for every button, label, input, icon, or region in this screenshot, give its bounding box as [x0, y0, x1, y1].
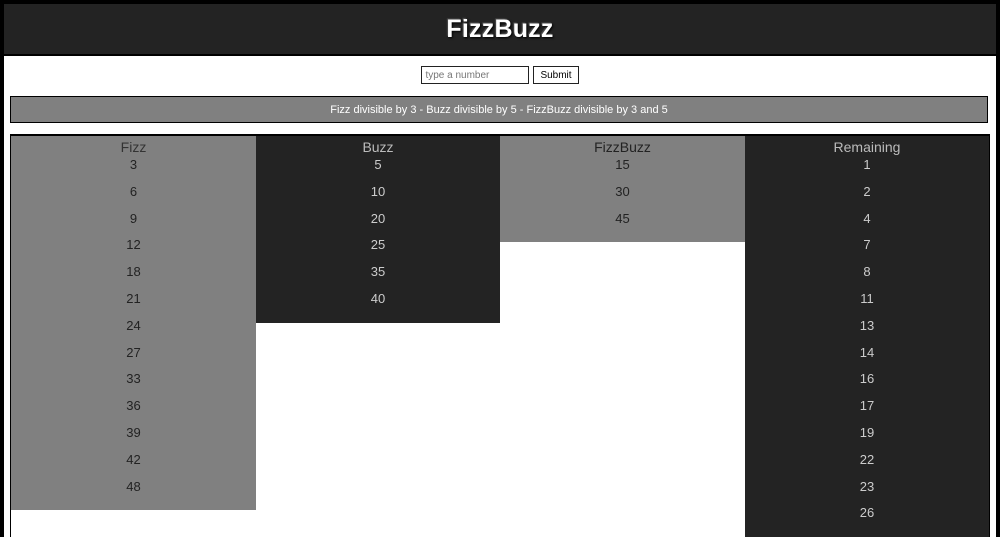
fizz-list: 3 6 9 12 18 21 24 27 33 36 39 42 48: [11, 156, 256, 510]
list-item: 15: [615, 157, 630, 172]
list-item: 17: [859, 398, 875, 414]
list-item: 10: [370, 183, 386, 199]
list-item: 20: [370, 210, 386, 226]
number-input[interactable]: [421, 66, 530, 84]
list-item: 13: [859, 317, 875, 333]
list-item: 23: [859, 478, 875, 494]
remaining-column: Remaining 1 2 4 7 8 11 13 14 16 17 19 22 23 26: [745, 136, 989, 537]
list-item: 22: [859, 451, 875, 467]
page-header: FizzBuzz: [4, 4, 996, 56]
list-item: 39: [126, 424, 141, 440]
results-columns: Fizz 3 6 9 12 18 21 24 27 33 36 39 42 48 Buzz 5 10 20 2…: [10, 134, 990, 537]
list-item: 11: [860, 290, 874, 306]
list-item: 48: [126, 478, 141, 494]
remaining-list: 1 2 4 7 8 11 13 14 16 17 19 22 23 26: [745, 156, 989, 537]
list-item: 6: [129, 183, 138, 199]
list-item: 24: [126, 317, 141, 333]
list-item: 4: [863, 210, 871, 226]
list-item: 8: [863, 264, 871, 280]
list-item: 19: [859, 424, 875, 440]
remaining-column-title: Remaining: [833, 139, 901, 155]
list-item: 42: [126, 451, 141, 467]
list-item: 30: [615, 183, 630, 199]
list-item: 1: [863, 157, 871, 172]
list-item: 3: [129, 157, 138, 172]
rules-banner: Fizz divisible by 3 - Buzz divisible by …: [10, 96, 988, 123]
fizzbuzz-column-title: FizzBuzz: [594, 139, 651, 155]
list-item: 33: [126, 371, 141, 387]
fizz-column: Fizz 3 6 9 12 18 21 24 27 33 36 39 42 48: [11, 136, 256, 511]
buzz-list: 5 10 20 25 35 40: [256, 156, 500, 323]
list-item: 27: [126, 344, 141, 360]
list-item: 40: [370, 290, 386, 306]
fizzbuzz-column: FizzBuzz 15 30 45: [500, 136, 745, 243]
fizzbuzz-list: 15 30 45: [500, 156, 745, 242]
list-item: 36: [126, 398, 141, 414]
submit-button[interactable]: Submit: [533, 66, 579, 84]
buzz-column-title: Buzz: [362, 139, 394, 155]
list-item: 45: [615, 210, 630, 226]
number-form: Submit: [4, 66, 996, 86]
list-item: 26: [859, 505, 875, 521]
list-item: 12: [126, 237, 141, 253]
list-item: 18: [126, 264, 141, 280]
app-frame: FizzBuzz Submit Fizz divisible by 3 - Bu…: [4, 4, 996, 537]
buzz-column: Buzz 5 10 20 25 35 40: [256, 136, 500, 323]
list-item: 5: [374, 157, 382, 172]
rules-text: Fizz divisible by 3 - Buzz divisible by …: [330, 103, 668, 116]
list-item: 9: [129, 210, 138, 226]
list-item: 16: [859, 371, 875, 387]
page-title: FizzBuzz: [446, 14, 554, 43]
list-item: 2: [863, 183, 871, 199]
list-item: 25: [370, 237, 386, 253]
list-item: 14: [859, 344, 875, 360]
fizz-column-title: Fizz: [120, 139, 147, 155]
list-item: 7: [863, 237, 871, 253]
list-item: 21: [126, 290, 141, 306]
list-item: 35: [370, 264, 386, 280]
